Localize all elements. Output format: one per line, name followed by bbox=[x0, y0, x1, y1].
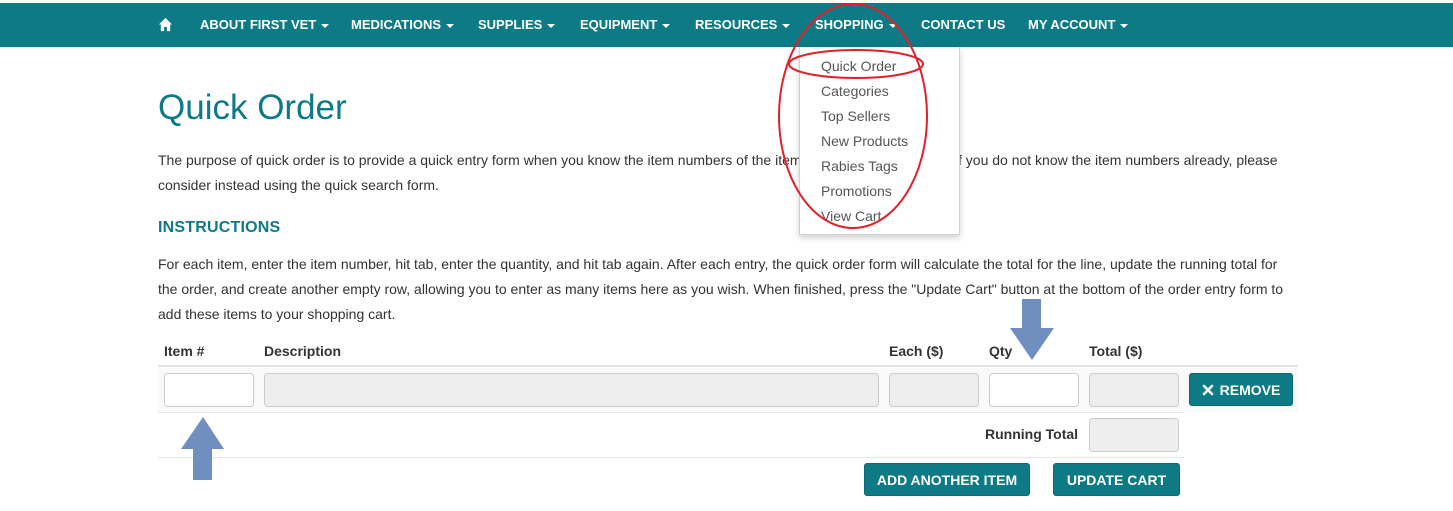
running-total-divider bbox=[158, 457, 1184, 458]
header-description: Description bbox=[264, 343, 342, 359]
header-total: Total ($) bbox=[1089, 343, 1143, 359]
down-arrow-icon bbox=[1010, 299, 1054, 360]
caret-down-icon bbox=[547, 23, 556, 28]
nav-supplies[interactable]: SUPPLIES bbox=[478, 3, 556, 47]
row-divider bbox=[158, 412, 1184, 413]
close-icon bbox=[1202, 384, 1213, 395]
caret-down-icon bbox=[321, 23, 330, 28]
instructions-line-2: the order, and create another empty row,… bbox=[158, 281, 1284, 297]
caret-down-icon bbox=[1120, 23, 1129, 28]
nav-label: MEDICATIONS bbox=[351, 17, 442, 32]
nav-my-account[interactable]: MY ACCOUNT bbox=[1028, 3, 1129, 47]
intro-line-2: consider instead using the quick search … bbox=[158, 177, 439, 193]
intro-text-right: f you do not know the item numbers alrea… bbox=[958, 152, 1278, 168]
page-title: Quick Order bbox=[158, 88, 347, 127]
nav-equipment[interactable]: EQUIPMENT bbox=[580, 3, 671, 47]
header-each: Each ($) bbox=[889, 343, 944, 359]
line-total-field bbox=[1089, 373, 1179, 407]
nav-label: SUPPLIES bbox=[478, 17, 543, 32]
running-total-field bbox=[1089, 418, 1179, 452]
header-item-number: Item # bbox=[164, 343, 205, 359]
intro-line-1: The purpose of quick order is to provide… bbox=[158, 148, 1298, 173]
update-cart-button[interactable]: UPDATE CART bbox=[1053, 463, 1180, 496]
instructions-line-1: For each item, enter the item number, hi… bbox=[158, 256, 1278, 272]
annotation-large-ellipse bbox=[778, 3, 928, 229]
annotation-ellipses bbox=[778, 3, 928, 229]
item-number-input[interactable] bbox=[164, 373, 254, 407]
header-qty: Qty bbox=[989, 343, 1013, 359]
instructions-heading: INSTRUCTIONS bbox=[158, 219, 281, 236]
running-total-label: Running Total bbox=[985, 426, 1079, 442]
table-header-divider bbox=[158, 365, 1298, 367]
nav-label: EQUIPMENT bbox=[580, 17, 658, 32]
quantity-input[interactable] bbox=[989, 373, 1079, 407]
annotation-small-ellipse bbox=[788, 49, 924, 79]
nav-label: RESOURCES bbox=[695, 17, 778, 32]
remove-button[interactable]: REMOVE bbox=[1189, 373, 1293, 406]
add-another-item-button[interactable]: ADD ANOTHER ITEM bbox=[864, 463, 1030, 496]
nav-about-first-vet[interactable]: ABOUT FIRST VET bbox=[200, 3, 330, 47]
nav-label: ABOUT FIRST VET bbox=[200, 17, 317, 32]
description-field bbox=[264, 373, 879, 407]
each-price-field bbox=[889, 373, 979, 407]
main-navbar: ABOUT FIRST VET MEDICATIONS SUPPLIES EQU… bbox=[0, 3, 1453, 47]
up-arrow-icon bbox=[181, 417, 224, 480]
nav-label: MY ACCOUNT bbox=[1028, 17, 1116, 32]
nav-medications[interactable]: MEDICATIONS bbox=[351, 3, 455, 47]
instructions-line-3: add these items to your shopping cart. bbox=[158, 306, 396, 322]
caret-down-icon bbox=[662, 23, 671, 28]
home-icon[interactable] bbox=[158, 17, 173, 32]
remove-label: REMOVE bbox=[1219, 381, 1281, 398]
caret-down-icon bbox=[446, 23, 455, 28]
intro-text-left: The purpose of quick order is to provide… bbox=[158, 152, 802, 168]
